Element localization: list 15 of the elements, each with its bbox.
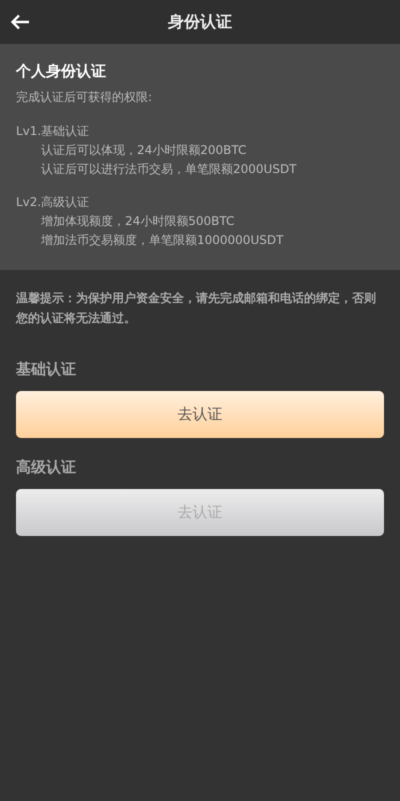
level-name: Lv2.高级认证 <box>16 194 90 211</box>
info-title: 个人身份认证 <box>16 62 107 81</box>
benefit-text: 增加体现额度，24小时限额500BTC <box>40 213 236 230</box>
back-button[interactable] <box>10 12 32 32</box>
section-label: 基础认证 <box>16 360 77 379</box>
back-arrow-icon <box>10 14 30 30</box>
page-title: 身份认证 <box>168 12 232 32</box>
benefit-text: 增加法币交易额度，单笔限额1000000USDT <box>40 232 284 249</box>
verify-button[interactable]: 去认证 <box>16 391 384 438</box>
level-name: Lv1.基础认证 <box>16 123 90 140</box>
benefit-text: 认证后可以体现，24小时限额200BTC <box>40 142 248 159</box>
info-subtitle: 完成认证后可获得的权限: <box>16 89 154 106</box>
benefit-text: 认证后可以进行法币交易，单笔限额2000USDT <box>40 161 298 178</box>
notice-text: 温馨提示：为保护用户资金安全，请先完成邮箱和电话的绑定，否则您的认证将无法通过。 <box>14 290 377 327</box>
section-label: 高级认证 <box>16 458 77 477</box>
